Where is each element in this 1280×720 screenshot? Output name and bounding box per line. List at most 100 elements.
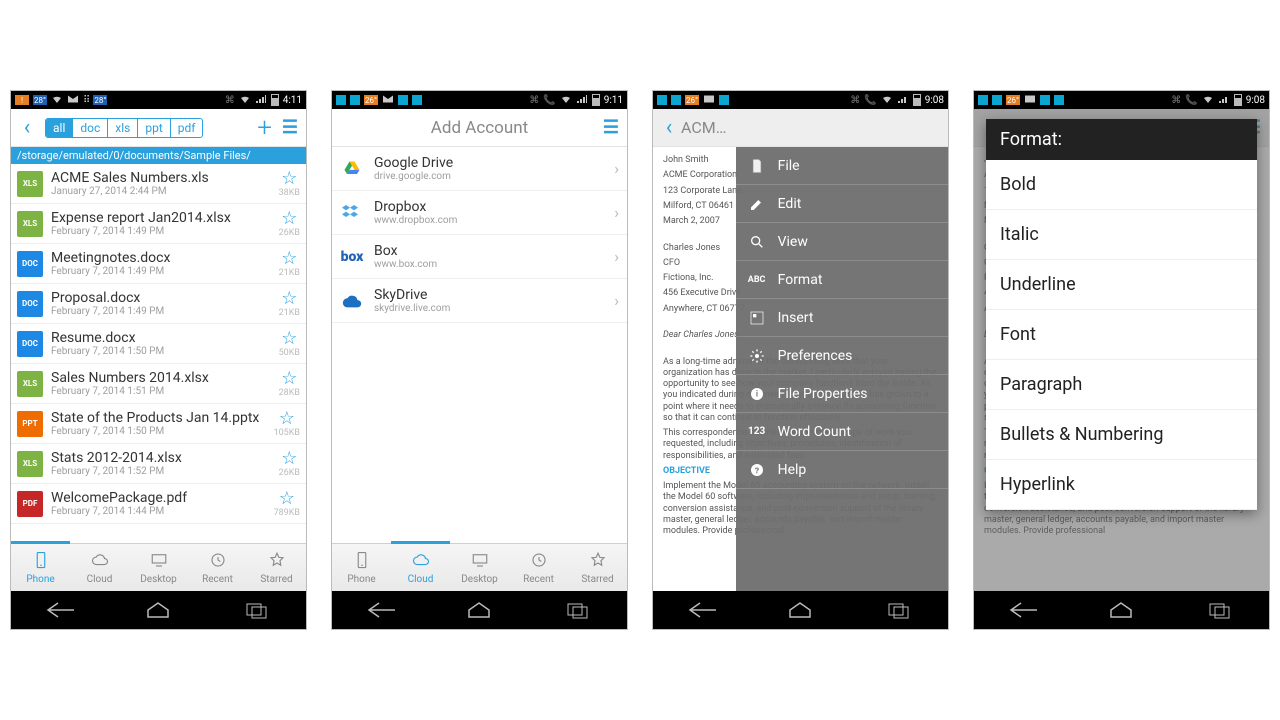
tab-phone[interactable]: Phone [332,544,391,591]
screenshot-icon [657,95,667,105]
chevron-right-icon: › [614,203,619,222]
file-row[interactable]: PPT State of the Products Jan 14.pptx Fe… [11,404,306,444]
tab-recent[interactable]: Recent [509,544,568,591]
menu-item-preferences[interactable]: Preferences [736,337,948,375]
file-row[interactable]: XLS Stats 2012-2014.xlsx February 7, 201… [11,444,306,484]
account-name: Google Drive [374,155,614,171]
add-button[interactable]: + [251,113,278,143]
menu-item-help[interactable]: ?Help [736,451,948,489]
format-option-bullets-numbering[interactable]: Bullets & Numbering [986,410,1257,460]
document-viewport[interactable]: John Smith ACME Corporation 123 Corporat… [653,147,948,591]
android-recent-button[interactable] [874,599,924,621]
star-button[interactable]: ☆ [281,370,297,388]
menu-button[interactable]: ☰ [278,117,302,138]
android-back-button[interactable] [35,599,85,621]
tab-starred[interactable]: Starred [568,544,627,591]
android-back-button[interactable] [998,599,1048,621]
file-size: 789KB [274,508,300,518]
back-button[interactable]: ‹ [657,115,681,140]
screenshot-icon [978,95,988,105]
account-url: skydrive.live.com [374,303,614,314]
android-home-button[interactable] [1096,599,1146,621]
star-button[interactable]: ☆ [281,290,297,308]
android-back-button[interactable] [356,599,406,621]
format-option-font[interactable]: Font [986,310,1257,360]
star-button[interactable]: ☆ [281,450,297,468]
filter-doc[interactable]: doc [73,119,108,137]
file-row[interactable]: PDF WelcomePackage.pdf February 7, 2014 … [11,484,306,524]
signal-icon [897,93,909,108]
file-date: February 7, 2014 1:50 PM [51,426,274,437]
star-button[interactable]: ☆ [279,490,295,508]
format-option-paragraph[interactable]: Paragraph [986,360,1257,410]
file-size: 21KB [279,268,300,278]
android-recent-button[interactable] [1195,599,1245,621]
menu-item-file[interactable]: File [736,147,948,185]
android-home-button[interactable] [775,599,825,621]
filetype-xls-icon: XLS [17,171,43,197]
menu-item-file-properties[interactable]: iFile Properties [736,375,948,413]
format-option-hyperlink[interactable]: Hyperlink [986,460,1257,510]
file-row[interactable]: XLS Sales Numbers 2014.xlsx February 7, … [11,364,306,404]
file-row[interactable]: XLS ACME Sales Numbers.xls January 27, 2… [11,164,306,204]
star-button[interactable]: ☆ [281,170,297,188]
tab-desktop[interactable]: Desktop [450,544,509,591]
account-row-skydrive[interactable]: SkyDrive skydrive.live.com › [332,279,627,323]
menu-item-format[interactable]: ABCFormat [736,261,948,299]
menu-button[interactable]: ☰ [599,117,623,138]
file-row[interactable]: DOC Proposal.docx February 7, 2014 1:49 … [11,284,306,324]
file-list[interactable]: XLS ACME Sales Numbers.xls January 27, 2… [11,164,306,543]
bottom-tab-bar: PhoneCloudDesktopRecent Starred [332,543,627,591]
tab-recent[interactable]: Recent [188,544,247,591]
format-icon: ABC [748,275,766,285]
star-button[interactable]: ☆ [281,330,297,348]
format-option-underline[interactable]: Underline [986,260,1257,310]
file-name: Expense report Jan2014.xlsx [51,210,279,226]
svg-text:i: i [756,389,758,398]
star-button[interactable]: ☆ [279,410,295,428]
android-home-button[interactable] [454,599,504,621]
filetype-ppt-icon: PPT [17,411,43,437]
account-row-dropbox[interactable]: Dropbox www.dropbox.com › [332,191,627,235]
account-list: Google Drive drive.google.com › Dropbox … [332,147,627,543]
path-strip[interactable]: /storage/emulated/0/documents/Sample Fil… [11,147,306,164]
file-row[interactable]: DOC Resume.docx February 7, 2014 1:50 PM… [11,324,306,364]
file-row[interactable]: DOC Meetingnotes.docx February 7, 2014 1… [11,244,306,284]
file-size: 26KB [279,468,300,478]
tab-desktop[interactable]: Desktop [129,544,188,591]
tab-cloud[interactable]: Cloud [391,541,450,591]
menu-item-view[interactable]: View [736,223,948,261]
account-row-box[interactable]: box Box www.box.com › [332,235,627,279]
tab-starred[interactable]: Starred [247,544,306,591]
android-recent-button[interactable] [232,599,282,621]
file-row[interactable]: XLS Expense report Jan2014.xlsx February… [11,204,306,244]
menu-item-label: Edit [778,196,802,212]
filter-segmented[interactable]: all doc xls ppt pdf [45,118,203,138]
wifi-icon [51,93,63,108]
gdrive-icon [340,157,364,181]
tab-label: Desktop [140,574,177,585]
file-size: 105KB [274,428,300,438]
dots-icon: ⠿ [83,95,89,106]
format-option-bold[interactable]: Bold [986,160,1257,210]
account-row-gdrive[interactable]: Google Drive drive.google.com › [332,147,627,191]
app-bar: ‹ ACM… [653,109,948,147]
menu-item-word-count[interactable]: 123Word Count [736,413,948,451]
tab-label: Starred [581,574,613,585]
menu-item-insert[interactable]: Insert [736,299,948,337]
filter-all[interactable]: all [46,119,73,137]
back-button[interactable]: ‹ [15,115,39,140]
android-home-button[interactable] [133,599,183,621]
star-button[interactable]: ☆ [281,210,297,228]
tab-cloud[interactable]: Cloud [70,544,129,591]
menu-item-edit[interactable]: Edit [736,185,948,223]
filter-pdf[interactable]: pdf [171,119,203,137]
android-recent-button[interactable] [553,599,603,621]
filter-xls[interactable]: xls [108,119,138,137]
filter-ppt[interactable]: ppt [138,119,170,137]
format-option-italic[interactable]: Italic [986,210,1257,260]
tab-phone[interactable]: Phone [11,541,70,591]
prefs-icon [748,348,766,364]
star-button[interactable]: ☆ [281,250,297,268]
android-back-button[interactable] [677,599,727,621]
